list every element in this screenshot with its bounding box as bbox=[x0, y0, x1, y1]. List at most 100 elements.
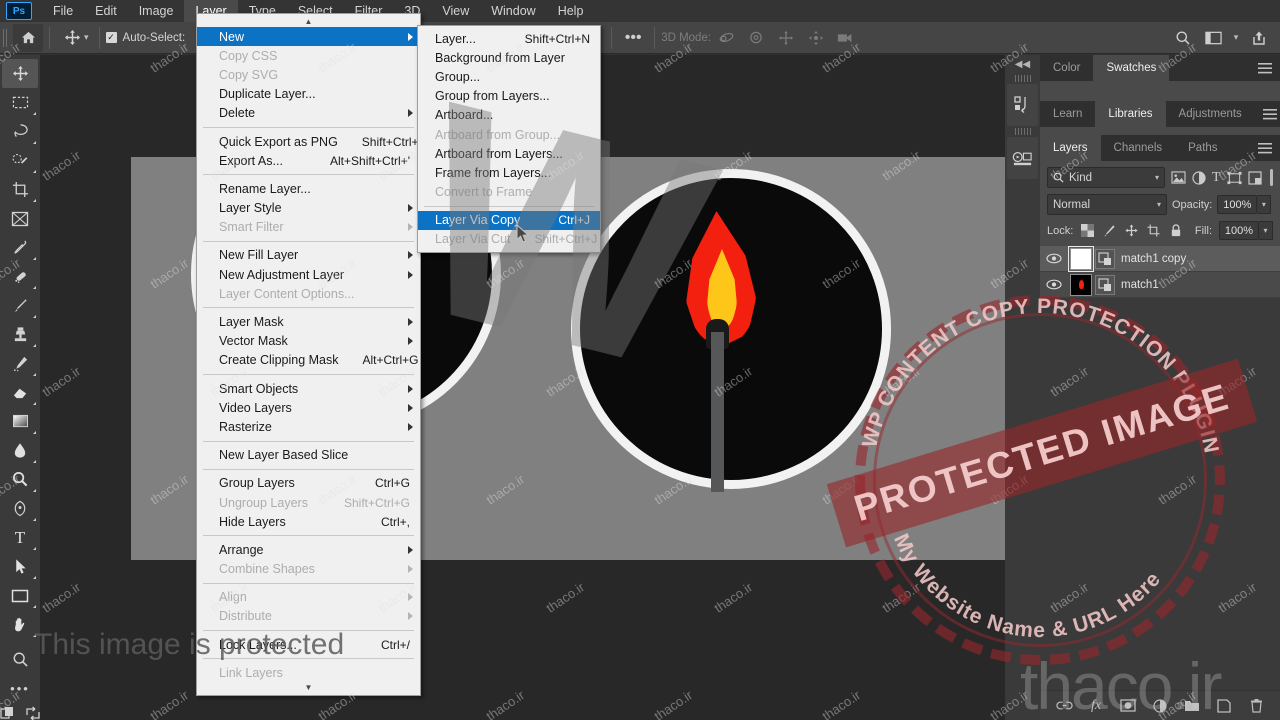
layer-menu-item-delete[interactable]: Delete bbox=[197, 104, 420, 123]
dodge-tool[interactable] bbox=[2, 465, 38, 494]
lock-position-icon[interactable] bbox=[1124, 223, 1139, 238]
shape-filter-icon[interactable] bbox=[1227, 168, 1242, 187]
clone-stamp-tool[interactable] bbox=[2, 320, 38, 349]
delete-layer-icon[interactable] bbox=[1247, 697, 1265, 715]
history-brush-tool[interactable] bbox=[2, 349, 38, 378]
layer-name[interactable]: match1 copy bbox=[1121, 253, 1186, 265]
tab-channels[interactable]: Channels bbox=[1101, 135, 1176, 161]
horizontal-type-tool[interactable]: T bbox=[2, 523, 38, 552]
layer-menu-item-create-clipping-mask[interactable]: Create Clipping Mask Alt+Ctrl+G bbox=[197, 351, 420, 370]
layer-thumbnail[interactable] bbox=[1068, 245, 1094, 272]
layer-thumbnail[interactable] bbox=[1070, 273, 1092, 296]
new-submenu-item-artboard-from-layers[interactable]: Artboard from Layers... bbox=[418, 144, 600, 163]
link-layers-icon[interactable] bbox=[1055, 697, 1073, 715]
filter-kind-select[interactable]: Kind ▾ bbox=[1047, 167, 1165, 188]
spot-healing-brush-tool[interactable] bbox=[2, 262, 38, 291]
scroll-up-arrow-icon[interactable]: ▲ bbox=[197, 16, 420, 27]
new-group-icon[interactable] bbox=[1183, 697, 1201, 715]
layer-menu-item-new[interactable]: New bbox=[197, 27, 420, 47]
tab-swatches[interactable]: Swatches bbox=[1093, 55, 1170, 81]
fill-stepper[interactable]: ▾ bbox=[1259, 221, 1273, 240]
filter-toggle[interactable] bbox=[1269, 169, 1273, 186]
actions-panel-icon[interactable] bbox=[1007, 137, 1038, 179]
roll-3d-icon[interactable] bbox=[741, 24, 771, 52]
chevron-down-icon[interactable]: ▾ bbox=[1228, 24, 1244, 52]
eraser-tool[interactable] bbox=[2, 378, 38, 407]
current-tool-move[interactable]: ▾ bbox=[60, 27, 93, 48]
crop-tool[interactable] bbox=[2, 175, 38, 204]
layer-name[interactable]: match1 bbox=[1121, 279, 1159, 291]
chevron-down-icon[interactable]: ▾ bbox=[84, 32, 89, 43]
layer-menu-item-new-adjustment-layer[interactable]: New Adjustment Layer bbox=[197, 265, 420, 284]
eye-icon[interactable] bbox=[1044, 253, 1064, 264]
panel-menu-icon[interactable] bbox=[1250, 135, 1280, 161]
orbit-3d-icon[interactable] bbox=[711, 24, 741, 52]
pen-tool[interactable] bbox=[2, 494, 38, 523]
panel-menu-icon[interactable] bbox=[1250, 55, 1280, 81]
new-layer-icon[interactable] bbox=[1215, 697, 1233, 715]
panel-menu-icon[interactable] bbox=[1255, 101, 1280, 127]
home-icon[interactable] bbox=[13, 23, 43, 52]
screen-mode-icon[interactable] bbox=[25, 706, 41, 720]
zoom-tool[interactable] bbox=[2, 645, 38, 674]
new-submenu-item-layer[interactable]: Layer... Shift+Ctrl+N bbox=[418, 29, 600, 48]
layer-menu-item-arrange[interactable]: Arrange bbox=[197, 540, 420, 559]
layer-style-fx-icon[interactable]: fx bbox=[1087, 697, 1105, 715]
new-adjustment-layer-icon[interactable] bbox=[1151, 697, 1169, 715]
lasso-tool[interactable] bbox=[2, 117, 38, 146]
frame-tool[interactable] bbox=[2, 204, 38, 233]
collapse-panels-icon[interactable]: ◀◀ bbox=[1005, 55, 1040, 73]
menu-window[interactable]: Window bbox=[480, 0, 546, 22]
new-submenu-item-group-from-layers[interactable]: Group from Layers... bbox=[418, 87, 600, 106]
menu-file[interactable]: File bbox=[42, 0, 84, 22]
smart-object-filter-icon[interactable] bbox=[1247, 168, 1262, 187]
layer-menu-item-duplicate-layer[interactable]: Duplicate Layer... bbox=[197, 85, 420, 104]
layer-menu-item-rename-layer[interactable]: Rename Layer... bbox=[197, 179, 420, 198]
menu-image[interactable]: Image bbox=[128, 0, 185, 22]
layer-menu-item-video-layers[interactable]: Video Layers bbox=[197, 398, 420, 417]
new-submenu-item-background-from-layer[interactable]: Background from Layer bbox=[418, 48, 600, 67]
lock-image-pixels-icon[interactable] bbox=[1102, 223, 1117, 238]
path-selection-tool[interactable] bbox=[2, 552, 38, 581]
blur-tool[interactable] bbox=[2, 436, 38, 465]
blend-mode-select[interactable]: Normal ▾ bbox=[1047, 194, 1167, 215]
menu-help[interactable]: Help bbox=[547, 0, 595, 22]
eye-icon[interactable] bbox=[1044, 279, 1064, 290]
tab-layers[interactable]: Layers bbox=[1040, 135, 1101, 161]
search-icon[interactable] bbox=[1168, 24, 1198, 52]
auto-select-checkbox[interactable]: ✓ bbox=[105, 32, 117, 43]
tab-color[interactable]: Color bbox=[1040, 55, 1093, 81]
quick-mask-icon[interactable] bbox=[0, 706, 18, 720]
lock-transparent-pixels-icon[interactable] bbox=[1080, 223, 1095, 238]
share-icon[interactable] bbox=[1244, 24, 1274, 52]
eyedropper-tool[interactable] bbox=[2, 233, 38, 262]
move-tool[interactable] bbox=[2, 59, 38, 88]
tab-learn[interactable]: Learn bbox=[1040, 101, 1095, 127]
layer-menu-item-quick-export-as-png[interactable]: Quick Export as PNG Shift+Ctrl+' bbox=[197, 132, 421, 151]
rectangular-marquee-tool[interactable] bbox=[2, 88, 38, 117]
layer-menu-dropdown[interactable]: ▲ New Copy CSS Copy SVG Duplicate Layer... D… bbox=[196, 13, 421, 697]
hand-tool[interactable] bbox=[2, 610, 38, 639]
layer-menu-item-new-fill-layer[interactable]: New Fill Layer bbox=[197, 246, 420, 265]
brush-tool[interactable] bbox=[2, 291, 38, 320]
dock-grip[interactable] bbox=[1014, 75, 1031, 82]
new-submenu-item-group[interactable]: Group... bbox=[418, 67, 600, 86]
layer-menu-item-layer-mask[interactable]: Layer Mask bbox=[197, 312, 420, 331]
lock-artboard-icon[interactable] bbox=[1146, 223, 1161, 238]
layer-menu-item-new-layer-based-slice[interactable]: New Layer Based Slice bbox=[197, 446, 420, 465]
camera-3d-icon[interactable] bbox=[831, 24, 861, 52]
libraries-panel-body[interactable] bbox=[1040, 127, 1280, 135]
tab-libraries[interactable]: Libraries bbox=[1095, 101, 1166, 127]
lock-all-icon[interactable] bbox=[1168, 223, 1183, 238]
layer-menu-item-lock-layers[interactable]: Lock Layers... Ctrl+/ bbox=[197, 635, 420, 654]
pixel-filter-icon[interactable] bbox=[1171, 168, 1186, 187]
new-submenu-item-artboard[interactable]: Artboard... bbox=[418, 106, 600, 125]
chevron-down-icon[interactable]: ▾ bbox=[1157, 200, 1161, 209]
opacity-value[interactable]: 100% bbox=[1217, 195, 1258, 214]
slide-3d-icon[interactable] bbox=[801, 24, 831, 52]
scroll-down-arrow-icon[interactable]: ▼ bbox=[197, 682, 420, 693]
fill-value[interactable]: 100% bbox=[1219, 221, 1259, 240]
new-submenu-item-frame-from-layers[interactable]: Frame from Layers... bbox=[418, 163, 600, 182]
tab-paths[interactable]: Paths bbox=[1175, 135, 1230, 161]
tab-adjustments[interactable]: Adjustments bbox=[1166, 101, 1255, 127]
